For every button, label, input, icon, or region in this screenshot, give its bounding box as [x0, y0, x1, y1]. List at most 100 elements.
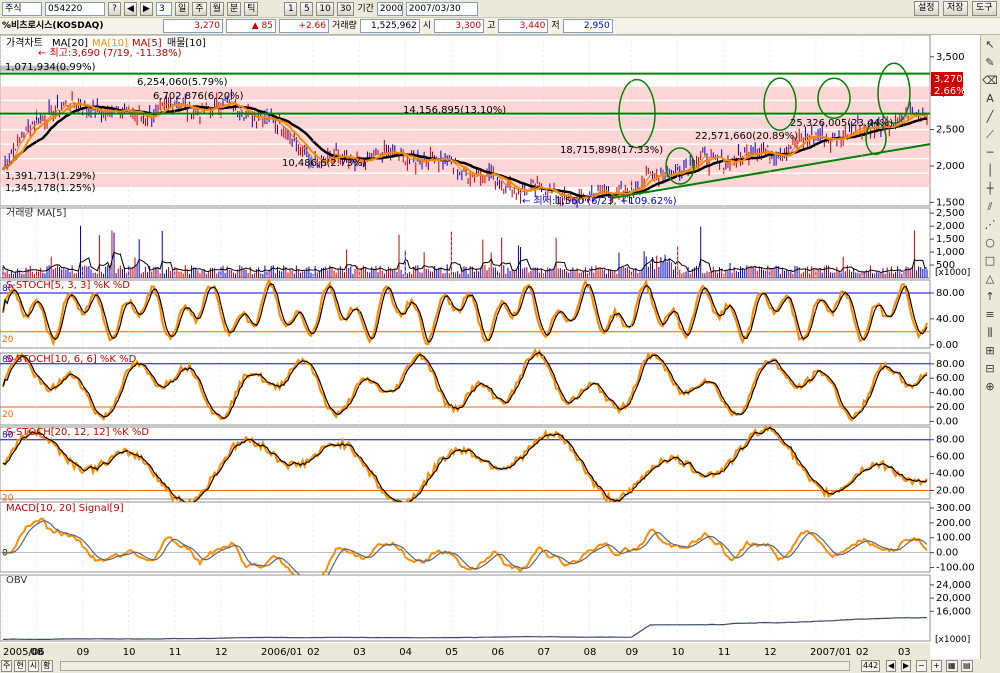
stoch2-title: S-STOCH[10, 6, 6] %K %D	[6, 354, 137, 365]
y-tick-label: 40.00	[936, 314, 965, 325]
macd-title: MACD[10, 20] Signal[9]	[6, 503, 124, 514]
y-tick-label: 40.00	[936, 469, 965, 480]
triangle-icon[interactable]: △	[982, 271, 998, 287]
date-input[interactable]: 2007/03/30	[405, 1, 478, 16]
y-tick-label: 20.00	[936, 486, 965, 497]
y-tick-label: -100.00	[936, 563, 975, 574]
bottom-btn-2[interactable]: 현	[14, 660, 26, 672]
eraser-icon[interactable]: ⌫	[982, 73, 998, 89]
low-value: 2,950	[562, 19, 613, 33]
y-tick-label: 1,500	[936, 197, 965, 208]
chart-area[interactable]: 3,5003,0002,5002,0001,500 2,5002,0001,50…	[0, 34, 1000, 673]
annotation-vp-7: 22,571,660(20.89%)	[695, 131, 798, 142]
code-input[interactable]: 054220	[45, 1, 105, 16]
current-price: 3,270	[163, 19, 223, 33]
scroll-left-icon[interactable]: ◀	[886, 660, 897, 672]
cursor-icon[interactable]: ↖	[982, 37, 998, 53]
interval-30-button[interactable]: 30	[336, 1, 355, 16]
prev-icon[interactable]: ◀	[124, 1, 137, 16]
cycle-icon[interactable]: ⫼	[982, 325, 998, 341]
vline-icon[interactable]: │	[982, 163, 998, 179]
count-input[interactable]: 3	[156, 1, 172, 16]
market-select[interactable]: 주식	[2, 1, 42, 16]
period-minute-button[interactable]: 분	[226, 1, 242, 16]
period-month-button[interactable]: 월	[209, 1, 224, 16]
grid-icon[interactable]: ▤	[961, 660, 973, 672]
price-change: ▲ 85	[226, 19, 276, 33]
annotation-vp-3: 6,702,876(6.20%)	[153, 91, 244, 102]
annotation-vp-10: 1,345,178(1.25%)	[5, 183, 96, 194]
period-day-button[interactable]: 일	[175, 1, 190, 16]
zoom-icon[interactable]: ⊕	[982, 379, 998, 395]
circle-icon[interactable]: ○	[982, 235, 998, 251]
arrow-up-icon[interactable]: ↑	[982, 289, 998, 305]
channel-icon[interactable]: ⫽	[982, 199, 998, 215]
fan-icon[interactable]: ⋰	[982, 217, 998, 233]
y-tick-label: 80.00	[936, 435, 965, 446]
x-tick-label: 06	[491, 647, 504, 658]
settings-button[interactable]: 설정	[914, 1, 939, 16]
text-icon[interactable]: A	[982, 91, 998, 107]
interval-5-button[interactable]: 5	[300, 1, 314, 16]
zoom-out-icon[interactable]: −	[916, 660, 927, 672]
x-tick-label: 10	[672, 647, 685, 658]
annotation-vp-2: 6,254,060(5.79%)	[137, 77, 228, 88]
pen-icon[interactable]: ✎	[982, 55, 998, 71]
x-tick-label: 09	[77, 647, 90, 658]
annotation-vp-8: 25,326,005(23.44%)	[790, 118, 893, 129]
interval-1-button[interactable]: 1	[284, 1, 298, 16]
scroll-right-icon[interactable]: ▶	[901, 660, 912, 672]
annotation-vp-9: 1,391,713(1.29%)	[5, 171, 96, 182]
y-tick-label: 0.00	[936, 416, 958, 427]
horizontal-scrollbar[interactable]	[60, 661, 850, 671]
y-tick-label: 0.00	[936, 548, 958, 559]
x-tick-label: 12	[764, 647, 777, 658]
volume-profile-bar	[0, 159, 930, 173]
bottom-btn-1[interactable]: 주	[1, 660, 13, 672]
y-tick-label: 20.00	[936, 402, 965, 413]
y-tick-label: 60.00	[936, 373, 965, 384]
high-label: 고	[487, 21, 496, 31]
pct-box-text: 2.66%	[934, 86, 966, 97]
obv-panel: 24,000 20,000 16,000	[0, 574, 971, 642]
volume-unit: [x1000]	[935, 268, 970, 278]
stoch3-panel: 802080.0060.0040.0020.00	[0, 423, 965, 510]
obv-panel-frame	[0, 574, 931, 642]
gann-icon[interactable]: ⊞	[982, 343, 998, 359]
line-icon[interactable]: ╱	[982, 109, 998, 125]
hline-icon[interactable]: ─	[982, 145, 998, 161]
y-tick-label: 16,000	[936, 606, 971, 617]
interval-10-button[interactable]: 10	[316, 1, 334, 16]
y-tick-label: 3,500	[936, 52, 965, 63]
crosshair-icon[interactable]: ┼	[982, 181, 998, 197]
zoom-in-icon[interactable]: +	[931, 660, 942, 672]
save-button[interactable]: 저장	[943, 1, 968, 16]
y-tick-label: 200.00	[936, 518, 971, 529]
bottom-btn-3[interactable]: 시	[27, 660, 40, 672]
obv-unit: [x1000]	[935, 635, 970, 645]
y-tick-label: 1,000	[936, 247, 965, 258]
help-button[interactable]: ?	[108, 1, 121, 16]
rect-icon[interactable]: □	[982, 253, 998, 269]
annotation-vp-4: 14,156,895(13.10%)	[403, 105, 506, 116]
layout-icon[interactable]: ▦	[946, 660, 958, 672]
tools-button[interactable]: 도구	[972, 1, 997, 16]
x-tick-label: 02	[307, 647, 320, 658]
y-tick-label: 2,000	[936, 161, 965, 172]
trend-line-icon[interactable]: ⟋	[982, 127, 998, 143]
fibo-icon[interactable]: ≡	[982, 307, 998, 323]
period-icon[interactable]: ⊟	[982, 361, 998, 377]
open-label: 시	[422, 21, 432, 31]
main-toolbar: 주식 054220 ? ◀ ▶ 3 일 주 월 분 틱 1 5 10 30 기간…	[0, 0, 1000, 18]
chart-svg[interactable]: 3,5003,0002,5002,0001,500 2,5002,0001,50…	[0, 34, 980, 659]
bottom-btn-4[interactable]: 황	[41, 660, 53, 672]
period-week-button[interactable]: 주	[192, 1, 207, 16]
range-input[interactable]: 2000	[376, 1, 403, 16]
stock-name: %비츠로시스(KOSDAQ)	[2, 21, 104, 31]
low-label: 저	[551, 21, 560, 31]
volume-title: 거래량 MA[5]	[6, 207, 67, 219]
next-icon[interactable]: ▶	[140, 1, 153, 16]
y-tick-label: 2,500	[936, 125, 965, 136]
period-tick-button[interactable]: 틱	[244, 1, 259, 16]
x-tick-label: 2007/01	[810, 647, 852, 658]
